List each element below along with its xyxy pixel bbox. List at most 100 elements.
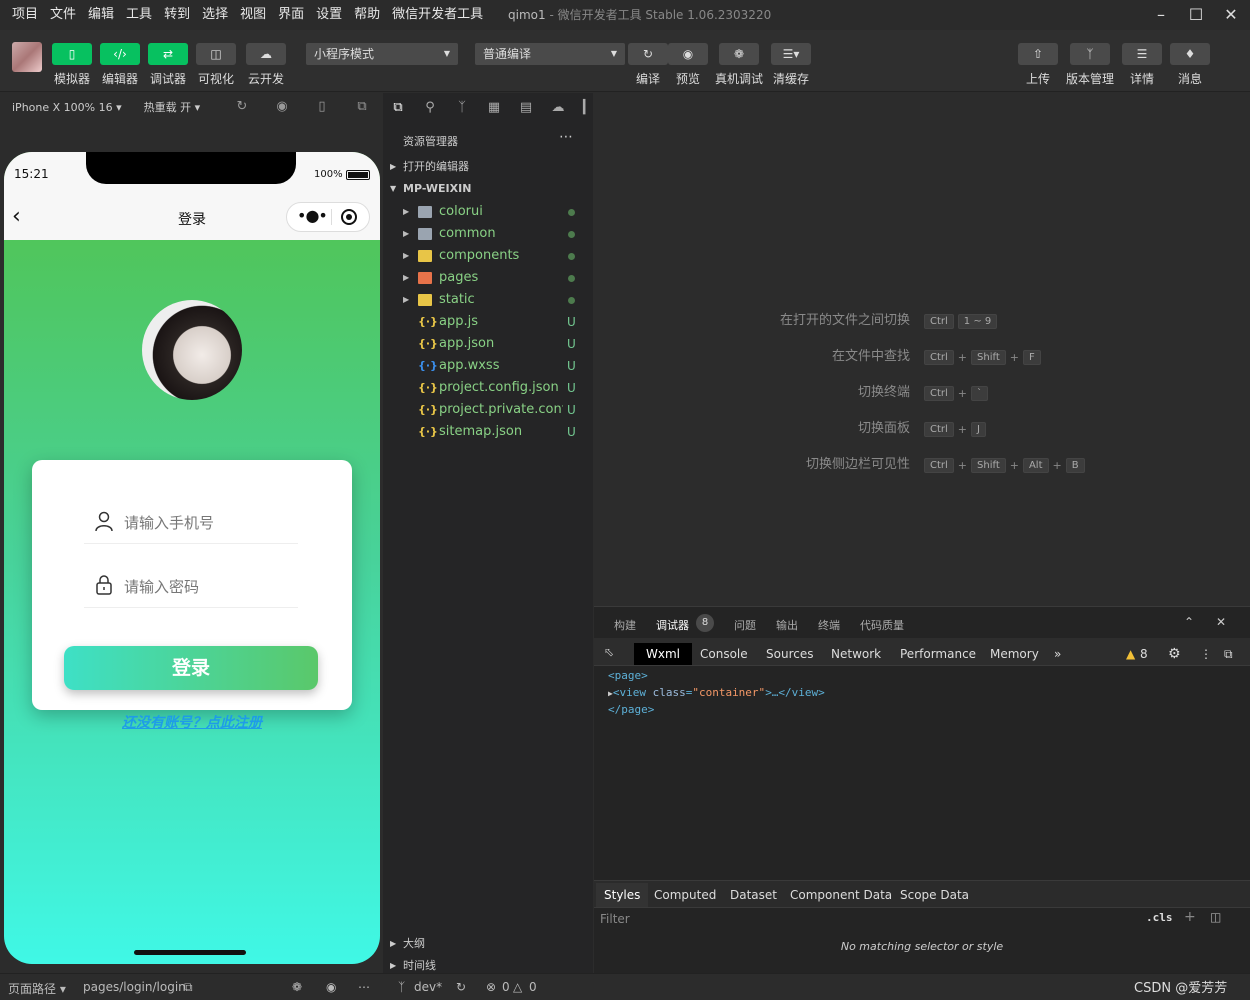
cloud-button[interactable]: ☁ xyxy=(246,43,286,65)
more-actions-icon[interactable]: ⋯ xyxy=(559,129,573,145)
menu-view[interactable]: 视图 xyxy=(234,0,272,30)
eye-icon[interactable]: ◉ xyxy=(326,980,336,994)
file-row[interactable]: {·} project.config.json U xyxy=(383,377,593,399)
preview-button[interactable]: ◉ xyxy=(668,43,708,65)
folder-row[interactable]: ▶ colorui xyxy=(383,201,593,223)
sync-icon[interactable]: ↻ xyxy=(456,980,466,994)
files-icon[interactable]: ⧉ xyxy=(389,99,407,117)
folder-row[interactable]: ▶ common xyxy=(383,223,593,245)
device-icon[interactable]: ▯ xyxy=(314,99,330,115)
file-row[interactable]: {·} sitemap.json U xyxy=(383,421,593,443)
docker-icon[interactable]: ☁ xyxy=(549,99,567,117)
devtab-sources[interactable]: Sources xyxy=(766,643,813,665)
tab-code-quality[interactable]: 代码质量 xyxy=(860,617,904,633)
file-row[interactable]: {·}project.private.confi... U xyxy=(383,399,593,421)
close-mini-icon[interactable] xyxy=(341,209,357,225)
sidebar-toggle-icon[interactable]: ◫ xyxy=(1210,910,1221,924)
rotate-icon[interactable]: ↻ xyxy=(234,99,250,115)
add-rule-icon[interactable]: + xyxy=(1184,909,1196,925)
filter-input[interactable]: Filter xyxy=(600,912,630,926)
search-icon[interactable]: ⚲ xyxy=(421,99,439,117)
styles-tab-dataset[interactable]: Dataset xyxy=(730,883,777,907)
remote-debug-button[interactable]: ❁ xyxy=(719,43,759,65)
copy-icon[interactable]: ⧉ xyxy=(184,980,193,995)
devtab-memory[interactable]: Memory xyxy=(990,643,1039,665)
devtab-network[interactable]: Network xyxy=(831,643,881,665)
storage-icon[interactable]: ▤ xyxy=(517,99,535,117)
password-field[interactable]: 请输入密码 xyxy=(84,564,298,608)
devtab-console[interactable]: Console xyxy=(700,643,748,665)
file-row[interactable]: {·} app.js U xyxy=(383,311,593,333)
open-editors-section[interactable]: ▶ 打开的编辑器 xyxy=(383,156,593,178)
menu-interface[interactable]: 界面 xyxy=(272,0,310,30)
editor-button[interactable]: ‹/› xyxy=(100,43,140,65)
popout-icon[interactable]: ⧉ xyxy=(354,99,370,115)
folder-row[interactable]: ▶ pages xyxy=(383,267,593,289)
menu-help[interactable]: 帮助 xyxy=(348,0,386,30)
inspect-icon[interactable]: ⬁ xyxy=(604,645,614,659)
devtab-performance[interactable]: Performance xyxy=(900,643,976,665)
stop-icon[interactable]: ◉ xyxy=(274,99,290,115)
styles-tab-computed[interactable]: Computed xyxy=(654,883,716,907)
chevron-up-icon[interactable]: ⌃ xyxy=(1184,615,1194,629)
hotreload-select[interactable]: 热重载 开 ▾ xyxy=(144,99,201,115)
devtab-wxml[interactable]: Wxml xyxy=(634,643,692,665)
debugger-button[interactable]: ⇄ xyxy=(148,43,188,65)
menu-tools[interactable]: 工具 xyxy=(120,0,158,30)
device-select[interactable]: iPhone X 100% 16 ▾ xyxy=(12,101,122,114)
bug-icon[interactable]: ❁ xyxy=(292,980,302,994)
code-line-page-open[interactable]: <page> xyxy=(608,669,648,682)
more-icon[interactable]: •●• xyxy=(297,206,328,225)
extensions-icon[interactable]: ▦ xyxy=(485,99,503,117)
user-avatar-small[interactable] xyxy=(12,42,42,72)
cls-toggle[interactable]: .cls xyxy=(1146,911,1173,924)
messages-button[interactable]: ♦ xyxy=(1170,43,1210,65)
menu-settings[interactable]: 设置 xyxy=(310,0,348,30)
menu-wechat-devtools[interactable]: 微信开发者工具 xyxy=(386,0,489,30)
compile-mode-select[interactable]: 普通编译 ▼ xyxy=(475,43,625,65)
root-folder-section[interactable]: ▼ MP-WEIXIN xyxy=(383,178,593,200)
menu-edit[interactable]: 编辑 xyxy=(82,0,120,30)
folder-row[interactable]: ▶ static xyxy=(383,289,593,311)
simulator-button[interactable]: ▯ xyxy=(52,43,92,65)
folder-row[interactable]: ▶ components xyxy=(383,245,593,267)
branch-name[interactable]: dev* xyxy=(414,980,442,994)
tab-problems[interactable]: 问题 xyxy=(734,617,756,633)
more-tabs-icon[interactable]: » xyxy=(1054,643,1061,665)
gear-icon[interactable]: ⚙ xyxy=(1168,643,1181,665)
code-line-page-close[interactable]: </page> xyxy=(608,703,654,716)
kebab-icon[interactable]: ⋮ xyxy=(1200,643,1212,665)
mode-select[interactable]: 小程序模式 ▼ xyxy=(306,43,458,65)
minimize-icon[interactable]: – xyxy=(1150,4,1172,26)
menu-file[interactable]: 文件 xyxy=(44,0,82,30)
tab-debugger[interactable]: 调试器 xyxy=(656,617,689,633)
close-icon[interactable]: ✕ xyxy=(1220,4,1242,26)
tab-terminal[interactable]: 终端 xyxy=(818,617,840,633)
menu-goto[interactable]: 转到 xyxy=(158,0,196,30)
error-count[interactable]: 0 xyxy=(502,980,510,994)
maximize-icon[interactable]: ☐ xyxy=(1185,4,1207,26)
styles-tab-scope-data[interactable]: Scope Data xyxy=(900,883,969,907)
styles-tab-styles[interactable]: Styles xyxy=(596,883,649,907)
file-row[interactable]: {·} app.json U xyxy=(383,333,593,355)
more-icon[interactable]: ⋯ xyxy=(358,980,370,994)
login-button[interactable]: 登录 xyxy=(64,646,318,690)
file-row[interactable]: {·} app.wxss U xyxy=(383,355,593,377)
compile-button[interactable]: ↻ xyxy=(628,43,668,65)
code-line-view[interactable]: ▶<view class="container">…</view> xyxy=(608,686,825,699)
source-control-icon[interactable]: ᛉ xyxy=(453,99,471,117)
close-panel-icon[interactable]: ✕ xyxy=(1216,615,1226,629)
menu-project[interactable]: 项目 xyxy=(6,0,44,30)
menu-select[interactable]: 选择 xyxy=(196,0,234,30)
phone-field[interactable]: 请输入手机号 xyxy=(84,500,298,544)
visual-button[interactable]: ◫ xyxy=(196,43,236,65)
page-path-label[interactable]: 页面路径 ▾ xyxy=(8,980,66,997)
register-link[interactable]: 还没有账号？点此注册 xyxy=(4,712,380,732)
tab-build[interactable]: 构建 xyxy=(614,617,636,633)
upload-button[interactable]: ⇧ xyxy=(1018,43,1058,65)
tab-output[interactable]: 输出 xyxy=(776,617,798,633)
version-button[interactable]: ᛉ xyxy=(1070,43,1110,65)
warning-count[interactable]: 0 xyxy=(529,980,537,994)
styles-tab-component-data[interactable]: Component Data xyxy=(790,883,892,907)
clear-cache-button[interactable]: ☰▾ xyxy=(771,43,811,65)
